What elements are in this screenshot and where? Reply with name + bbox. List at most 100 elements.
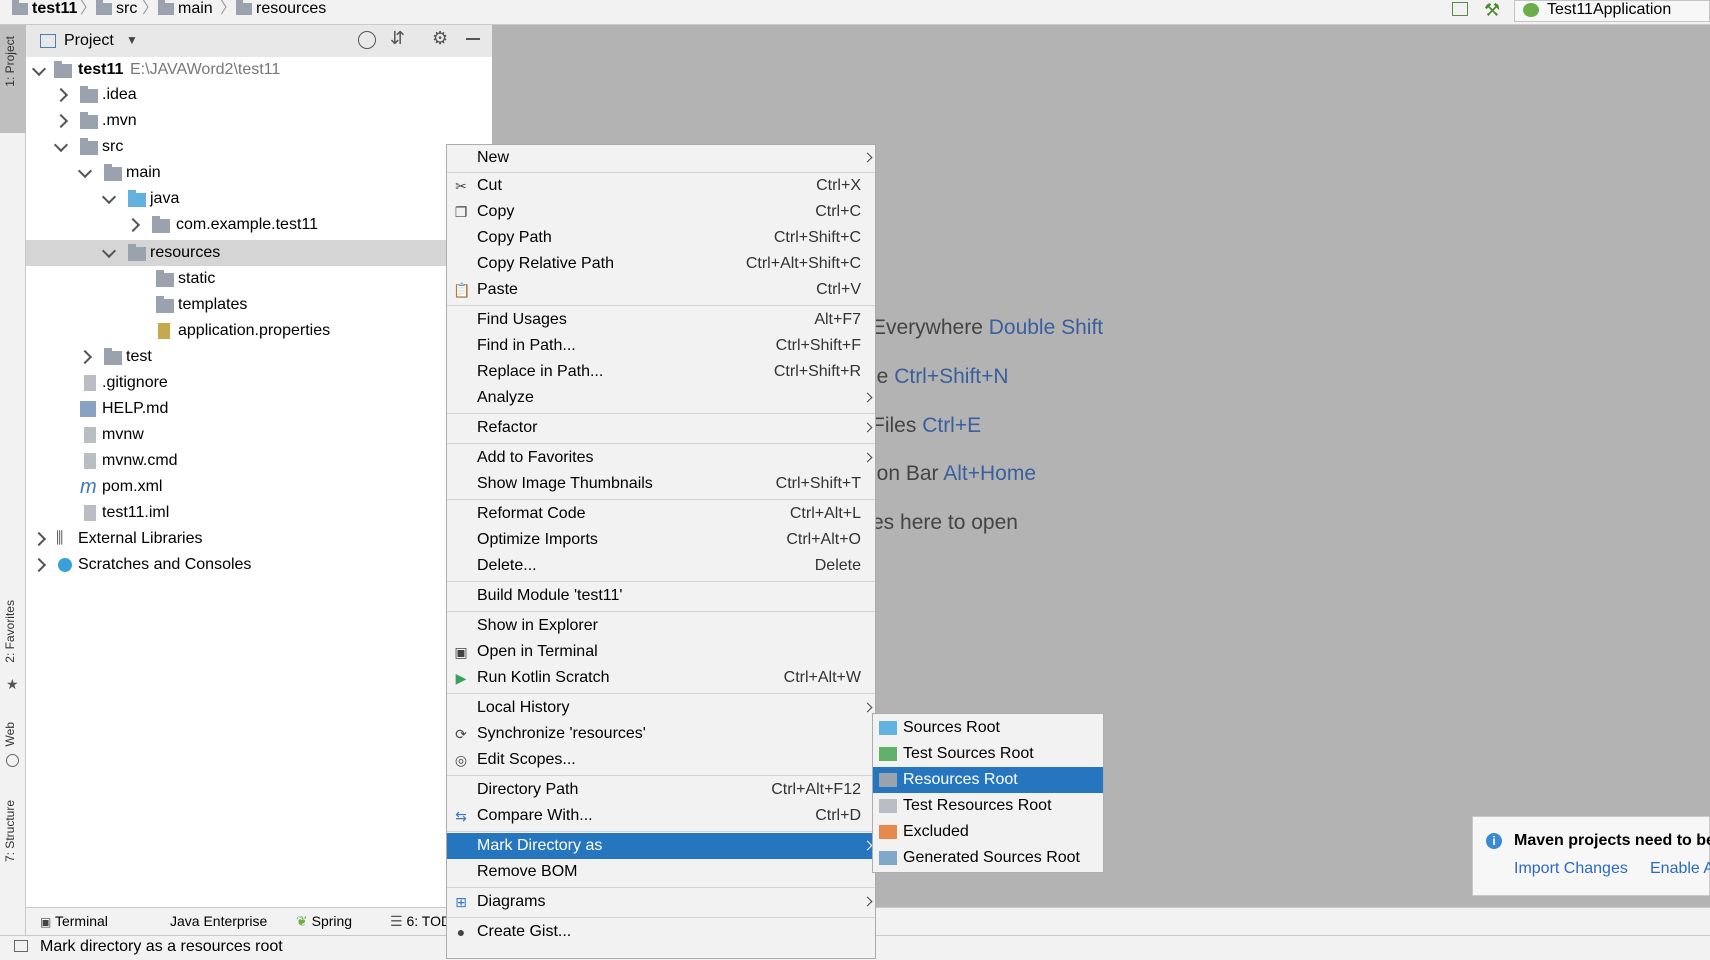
submenu-item-excluded[interactable]: Excluded xyxy=(873,819,1103,845)
project-panel-title[interactable]: Project xyxy=(64,32,114,50)
terminal-icon: ▣ xyxy=(40,915,52,929)
menu-item-analyze[interactable]: Analyze xyxy=(447,385,875,411)
submenu-chevron-right-icon xyxy=(862,702,873,713)
tool-windows-toggle-icon[interactable] xyxy=(14,940,28,952)
menu-item-directory-path[interactable]: Directory Path Ctrl+Alt+F12 xyxy=(447,777,875,803)
submenu-chevron-right-icon xyxy=(862,392,873,403)
scope-icon: ◎ xyxy=(454,752,468,768)
menu-item-label: Copy Relative Path xyxy=(477,255,614,272)
breadcrumb-src[interactable]: src xyxy=(96,0,137,22)
menu-item-label: Show in Explorer xyxy=(477,617,598,634)
menu-item-compare-with[interactable]: ⇆ Compare With... Ctrl+D xyxy=(447,803,875,829)
menu-item-label: Run Kotlin Scratch xyxy=(477,669,610,686)
folder-icon xyxy=(128,244,146,261)
submenu-item-generated-sources-root[interactable]: Generated Sources Root xyxy=(873,845,1103,871)
tab-web[interactable]: Web xyxy=(3,722,17,746)
menu-item-diagrams[interactable]: ⊞ Diagrams xyxy=(447,889,875,915)
menu-item-local-history[interactable]: Local History xyxy=(447,695,875,721)
breadcrumb-main[interactable]: main xyxy=(158,0,213,22)
breadcrumb-separator: 〉 xyxy=(220,0,237,17)
menu-item-show-image-thumbnails[interactable]: Show Image Thumbnails Ctrl+Shift+T xyxy=(447,471,875,497)
run-coverage-icon[interactable] xyxy=(1452,2,1468,16)
enable-auto-import-link[interactable]: Enable A xyxy=(1650,860,1710,878)
menu-item-copy-path[interactable]: Copy Path Ctrl+Shift+C xyxy=(447,225,875,251)
tab-structure[interactable]: 7: Structure xyxy=(3,800,17,862)
menu-item-label: Cut xyxy=(477,177,502,194)
menu-item-edit-scopes[interactable]: ◎ Edit Scopes... xyxy=(447,747,875,773)
menu-separator xyxy=(447,831,875,832)
menu-item-replace-in-path[interactable]: Replace in Path... Ctrl+Shift+R xyxy=(447,359,875,385)
menu-item-open-in-terminal[interactable]: ▣ Open in Terminal xyxy=(447,639,875,665)
menu-item-shortcut: Ctrl+C xyxy=(815,203,861,220)
spring-tab[interactable]: ❦ Spring xyxy=(296,913,352,930)
tree-row-selected xyxy=(26,240,492,266)
menu-item-add-to-favorites[interactable]: Add to Favorites xyxy=(447,445,875,471)
hint-text: ion Bar xyxy=(872,462,944,485)
menu-separator xyxy=(447,775,875,776)
locate-file-icon[interactable] xyxy=(358,31,376,49)
menu-item-copy[interactable]: ❐ Copy Ctrl+C xyxy=(447,199,875,225)
menu-item-label: Synchronize 'resources' xyxy=(477,725,646,742)
breadcrumb-test11[interactable]: test11 xyxy=(12,0,77,22)
menu-item-shortcut: Ctrl+Alt+Shift+C xyxy=(745,255,861,272)
run-configuration-selector[interactable]: Test11Application xyxy=(1514,0,1710,22)
menu-item-build-module-test11[interactable]: Build Module 'test11' xyxy=(447,583,875,609)
menu-item-synchronize-resources[interactable]: ⟳ Synchronize 'resources' xyxy=(447,721,875,747)
menu-item-reformat-code[interactable]: Reformat Code Ctrl+Alt+L xyxy=(447,501,875,527)
tab-project-label[interactable]: 1: Project xyxy=(3,36,17,87)
folder-icon xyxy=(96,0,112,15)
menu-separator xyxy=(447,581,875,582)
menu-item-find-in-path[interactable]: Find in Path... Ctrl+Shift+F xyxy=(447,333,875,359)
terminal-tab[interactable]: ▣ Terminal xyxy=(40,913,108,929)
build-hammer-icon[interactable]: ⚒ xyxy=(1484,0,1500,21)
minimize-icon[interactable] xyxy=(466,38,480,40)
folder-icon xyxy=(80,138,98,155)
text-file-icon xyxy=(84,453,96,469)
hint-text: Everywhere xyxy=(872,316,989,339)
menu-item-find-usages[interactable]: Find Usages Alt+F7 xyxy=(447,307,875,333)
view-dropdown-chevron-icon[interactable]: ▼ xyxy=(126,33,138,47)
menu-item-paste[interactable]: 📋 Paste Ctrl+V xyxy=(447,277,875,303)
menu-item-optimize-imports[interactable]: Optimize Imports Ctrl+Alt+O xyxy=(447,527,875,553)
submenu-item-sources-root[interactable]: Sources Root xyxy=(873,715,1103,741)
submenu-item-test-resources-root[interactable]: Test Resources Root xyxy=(873,793,1103,819)
menu-item-remove-bom[interactable]: Remove BOM xyxy=(447,859,875,885)
menu-item-copy-relative-path[interactable]: Copy Relative Path Ctrl+Alt+Shift+C xyxy=(447,251,875,277)
menu-item-delete[interactable]: Delete... Delete xyxy=(447,553,875,579)
menu-item-new[interactable]: New xyxy=(447,145,875,171)
submenu-item-resources-root[interactable]: Resources Root xyxy=(873,767,1103,793)
context-menu: New ✂ Cut Ctrl+X ❐ Copy Ctrl+C Copy Path Ctrl+Sh… xyxy=(446,144,876,959)
menu-item-run-kotlin-scratch[interactable]: ▶ Run Kotlin Scratch Ctrl+Alt+W xyxy=(447,665,875,691)
submenu-chevron-right-icon xyxy=(862,152,873,163)
java-enterprise-tab[interactable]: Java Enterprise xyxy=(170,913,267,929)
tab-favorites[interactable]: 2: Favorites xyxy=(3,600,17,663)
menu-item-label: Analyze xyxy=(477,389,534,406)
tree-label: test11 xyxy=(78,61,124,78)
menu-item-cut[interactable]: ✂ Cut Ctrl+X xyxy=(447,173,875,199)
menu-item-label: Compare With... xyxy=(477,807,593,824)
breadcrumb-resources[interactable]: resources xyxy=(236,0,326,22)
hint-text: es here to open xyxy=(872,511,1018,534)
menu-separator xyxy=(447,693,875,694)
menu-item-show-in-explorer[interactable]: Show in Explorer xyxy=(447,613,875,639)
menu-item-create-gist[interactable]: ● Create Gist... xyxy=(447,919,875,945)
github-icon: ● xyxy=(456,924,466,940)
submenu-item-label: Sources Root xyxy=(903,719,1000,736)
submenu-item-label: Resources Root xyxy=(903,771,1018,788)
menu-item-label: Edit Scopes... xyxy=(477,751,576,768)
submenu-item-label: Test Sources Root xyxy=(903,745,1034,762)
menu-item-mark-directory-as[interactable]: Mark Directory as xyxy=(447,833,875,859)
diagram-icon: ⊞ xyxy=(455,894,467,910)
text-file-icon xyxy=(84,375,96,391)
menu-item-refactor[interactable]: Refactor xyxy=(447,415,875,441)
folder-icon xyxy=(104,164,122,181)
submenu-item-test-sources-root[interactable]: Test Sources Root xyxy=(873,741,1103,767)
menu-separator xyxy=(447,611,875,612)
hint-text: Files xyxy=(872,414,923,437)
folder-icon xyxy=(879,825,897,839)
gear-icon[interactable]: ⚙ xyxy=(432,28,448,49)
import-changes-link[interactable]: Import Changes xyxy=(1514,860,1628,878)
collapse-all-icon[interactable]: ⇵ xyxy=(390,28,405,49)
submenu-item-label: Generated Sources Root xyxy=(903,849,1080,866)
menu-item-label: Mark Directory as xyxy=(477,837,603,854)
